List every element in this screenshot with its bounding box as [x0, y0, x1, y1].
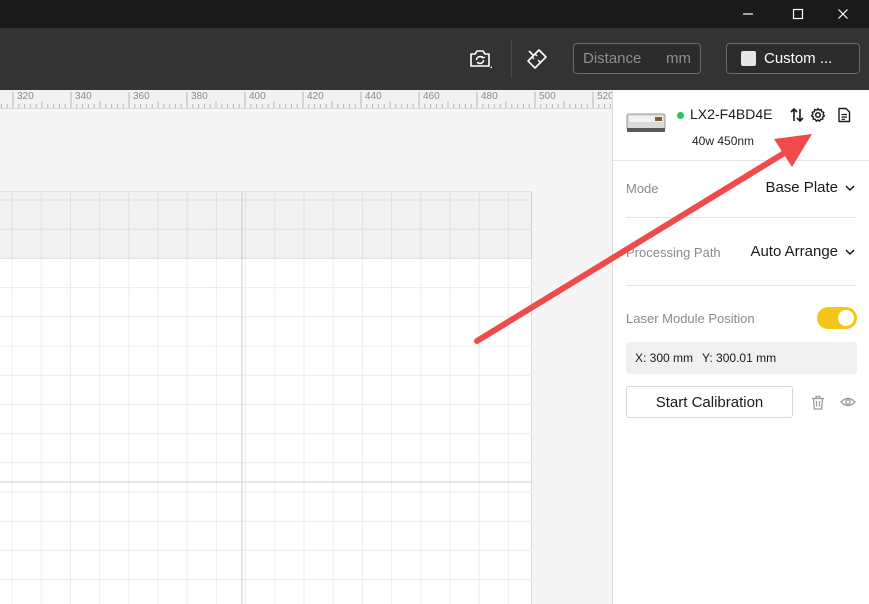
- device-spec: 40w 450nm: [692, 134, 755, 148]
- canvas[interactable]: [0, 109, 612, 604]
- processing-path-select[interactable]: Auto Arrange: [750, 243, 855, 260]
- ruler-tick-label: 420: [307, 91, 324, 102]
- ruler-tick-label: 360: [133, 91, 150, 102]
- swap-device-button[interactable]: [788, 106, 806, 124]
- distance-unit: mm: [666, 50, 691, 67]
- chevron-down-icon: [845, 184, 855, 191]
- ruler-tick-label: 400: [249, 91, 266, 102]
- delete-button[interactable]: [809, 393, 827, 411]
- minimize-button[interactable]: [727, 0, 769, 28]
- divider: [626, 217, 857, 218]
- toolbar-separator: [511, 40, 512, 78]
- mode-select[interactable]: Base Plate: [765, 179, 855, 196]
- close-button[interactable]: [822, 0, 864, 28]
- ruler-tick-label: 380: [191, 91, 208, 102]
- maximize-button[interactable]: [777, 0, 819, 28]
- measure-tool-button[interactable]: [522, 44, 552, 74]
- laser-position-toggle[interactable]: [817, 307, 857, 329]
- ruler-tick-label: 520: [597, 91, 612, 102]
- ruler-tick-label: 460: [423, 91, 440, 102]
- horizontal-ruler: 320 340 360 380 400 420 440 460 480 500 520: [0, 90, 612, 109]
- connection-status-dot: [677, 112, 684, 119]
- processing-path-value: Auto Arrange: [750, 243, 838, 260]
- distance-field[interactable]: mm: [573, 43, 701, 74]
- material-swatch: [741, 51, 756, 66]
- divider: [626, 285, 857, 286]
- x-coordinate: X: 300 mm: [635, 351, 694, 365]
- ruler-tick-label: 480: [481, 91, 498, 102]
- maximize-icon: [792, 8, 804, 20]
- close-icon: [838, 9, 848, 19]
- ruler-tick-label: 340: [75, 91, 92, 102]
- material-label: Custom ...: [764, 50, 833, 67]
- swap-icon: [790, 107, 804, 123]
- shaded-region: [0, 192, 532, 259]
- ruler-tick-label: 440: [365, 91, 382, 102]
- ruler-pen-icon: [527, 49, 547, 69]
- ruler-tick-label: 320: [17, 91, 34, 102]
- chevron-down-icon: [845, 248, 855, 255]
- device-panel: LX2-F4BD4E 40w 450nm Mode Base Plate Pro…: [612, 90, 869, 604]
- work-area[interactable]: [0, 191, 532, 604]
- visibility-button[interactable]: [839, 393, 857, 411]
- laser-coordinates: X: 300 mm Y: 300.01 mm: [626, 342, 857, 374]
- start-calibration-button[interactable]: Start Calibration: [626, 386, 793, 418]
- material-select-button[interactable]: Custom ...: [726, 43, 860, 74]
- distance-input[interactable]: [583, 50, 666, 67]
- device-settings-button[interactable]: [809, 106, 827, 124]
- device-header: LX2-F4BD4E 40w 450nm: [613, 90, 869, 161]
- laser-position-label: Laser Module Position: [626, 311, 755, 326]
- device-image: [626, 113, 666, 132]
- minimize-icon: [743, 13, 753, 15]
- gear-icon: [810, 107, 826, 122]
- camera-refresh-icon: [470, 50, 492, 68]
- mode-label: Mode: [626, 181, 659, 196]
- trash-icon: [812, 395, 824, 410]
- eye-icon: [840, 397, 856, 407]
- ruler-tick-label: 500: [539, 91, 556, 102]
- document-icon: [838, 107, 851, 123]
- processing-path-label: Processing Path: [626, 245, 721, 260]
- device-log-button[interactable]: [835, 106, 853, 124]
- title-bar: [0, 0, 869, 28]
- device-name: LX2-F4BD4E: [690, 106, 773, 122]
- y-coordinate: Y: 300.01 mm: [702, 351, 777, 365]
- start-calibration-label: Start Calibration: [655, 393, 764, 411]
- mode-value: Base Plate: [765, 179, 838, 196]
- camera-capture-button[interactable]: [465, 44, 495, 74]
- toggle-knob: [838, 310, 854, 326]
- toolbar: mm Custom ...: [0, 28, 869, 90]
